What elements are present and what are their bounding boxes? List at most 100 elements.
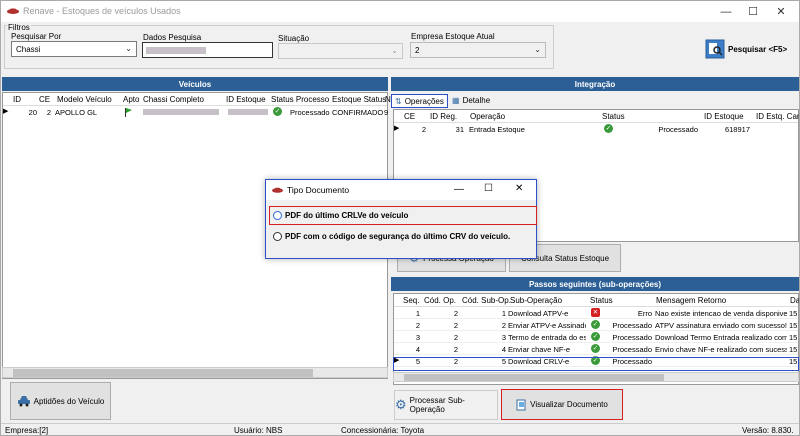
col-id-reg[interactable]: ID Reg. xyxy=(428,110,459,123)
radio-icon[interactable] xyxy=(273,211,282,220)
cell-status: Processado xyxy=(612,357,652,366)
passos-grid-header: Seq. Cód. Op. Cód. Sub-Op. Sub-Operação … xyxy=(394,294,799,307)
ok-status-icon: ✓ xyxy=(591,344,600,353)
close-button[interactable]: ✕ xyxy=(767,1,795,22)
col-cod-sub-op[interactable]: Cód. Sub-Op. xyxy=(460,294,513,307)
col-status[interactable]: Status xyxy=(588,294,615,307)
window-title: Renave - Estoques de veículos Usados xyxy=(23,6,181,16)
maximize-button[interactable]: ☐ xyxy=(739,1,767,22)
col-modelo[interactable]: Modelo Veículo xyxy=(55,93,114,106)
dialog-close-button[interactable]: ✕ xyxy=(515,183,523,194)
dialog-maximize-button[interactable]: ☐ xyxy=(484,183,493,194)
cell-da: 15 xyxy=(789,345,798,354)
veiculos-grid-header: ID CE Modelo Veículo Apto Chassi Complet… xyxy=(3,93,391,106)
col-ce[interactable]: CE xyxy=(37,93,52,106)
cell-da: 15 xyxy=(789,333,798,342)
scroll-thumb[interactable] xyxy=(404,374,664,381)
processar-sub-operacao-button[interactable]: ⚙ Processar Sub-Operação xyxy=(394,390,498,420)
cell-id-reg: 31 xyxy=(455,125,464,134)
veiculos-header: Veículos xyxy=(2,77,388,91)
dialog-minimize-button[interactable]: — xyxy=(454,184,464,195)
tipo-documento-dialog: Tipo Documento — ☐ ✕ PDF do último CRLVe… xyxy=(265,179,537,259)
cell-cod-op: 2 xyxy=(453,357,458,366)
chevron-down-icon: ⌄ xyxy=(534,45,541,54)
title-bar: Renave - Estoques de veículos Usados — ☐… xyxy=(1,1,799,22)
cell-seq: 2 xyxy=(415,321,420,330)
col-mensagem[interactable]: Mensagem Retorno xyxy=(654,294,728,307)
col-da[interactable]: Da xyxy=(788,294,799,307)
car-icon xyxy=(17,396,30,407)
col-sub-operacao[interactable]: Sub-Operação xyxy=(508,294,564,307)
table-row[interactable]: ▶ 2 31 Entrada Estoque ✓ Processado 6189… xyxy=(394,123,798,135)
col-id[interactable]: ID xyxy=(11,93,23,106)
empresa-select[interactable]: 2 ⌄ xyxy=(410,42,546,58)
dados-pesquisa-label: Dados Pesquisa xyxy=(143,33,202,42)
car-app-icon xyxy=(272,187,283,193)
option-pdf-crv[interactable]: PDF com o código de segurança do último … xyxy=(269,228,537,244)
filters-label: Filtros xyxy=(7,23,31,32)
cell-id-estoque: 618917 xyxy=(724,125,750,134)
veiculos-hscrollbar[interactable] xyxy=(2,367,388,378)
dados-pesquisa-input[interactable] xyxy=(142,42,273,58)
integracao-tabs: ⇅ Operações ▦ Detalhe xyxy=(391,94,799,108)
table-row[interactable]: ▶ 5 2 5 Download CRLV-e ✓ Processado 15 xyxy=(394,355,798,367)
tab-detalhe[interactable]: ▦ Detalhe xyxy=(449,94,493,107)
row-pointer-icon: ▶ xyxy=(394,357,400,364)
pesquisar-button[interactable]: Pesquisar <F5> xyxy=(705,36,797,62)
cell-cod-op: 2 xyxy=(453,321,458,330)
col-apto[interactable]: Apto xyxy=(121,93,141,106)
pesquisar-por-label: Pesquisar Por xyxy=(11,32,62,41)
cell-id: 20 xyxy=(28,108,37,117)
document-icon xyxy=(516,399,526,410)
main-window: Renave - Estoques de veículos Usados — ☐… xyxy=(0,0,800,436)
col-status[interactable]: Status xyxy=(600,110,627,123)
row-pointer-icon: ▶ xyxy=(3,108,9,115)
empresa-label: Empresa Estoque Atual xyxy=(411,32,495,41)
cell-mensagem: Nao existe intencao de venda disponivel xyxy=(655,309,787,318)
cell-status-processo: Processado xyxy=(290,108,330,117)
table-row[interactable]: ▶ 20 2 APOLLO GL ✓ Processado CONFIRMADO… xyxy=(3,106,388,118)
gears-icon: ⚙ xyxy=(395,397,407,412)
cell-status: Processado xyxy=(658,125,698,134)
option-pdf-crlve[interactable]: PDF do último CRLVe do veículo xyxy=(269,206,537,225)
cell-cod-sub: 5 xyxy=(501,357,506,366)
col-seq[interactable]: Seq. xyxy=(401,294,421,307)
aptidoes-button[interactable]: Aptidões do Veículo xyxy=(10,382,111,420)
col-id-estoque[interactable]: ID Estoque xyxy=(224,93,268,106)
status-bar: Empresa:[2] Usuário: NBS Concessionária:… xyxy=(1,423,799,435)
cell-da: 15 xyxy=(789,357,798,366)
col-ce[interactable]: CE xyxy=(402,110,417,123)
visualizar-documento-button[interactable]: Visualizar Documento xyxy=(501,389,623,420)
table-row[interactable]: 2 2 2 Enviar ATPV-e Assinado ✓ Processado ATPV… xyxy=(394,319,798,331)
col-operacao[interactable]: Operação xyxy=(468,110,507,123)
tab-operacoes[interactable]: ⇅ Operações xyxy=(391,94,448,108)
radio-icon[interactable] xyxy=(273,231,282,241)
table-row[interactable]: 1 2 1 Download ATPV-e ✕ Erro Nao existe intenc… xyxy=(394,307,798,319)
col-id-estq-canc[interactable]: ID Estq. Canc xyxy=(754,110,799,123)
col-cod-op[interactable]: Cód. Op. xyxy=(422,294,458,307)
minimize-button[interactable]: — xyxy=(712,1,740,22)
col-chassi[interactable]: Chassi Completo xyxy=(141,93,206,106)
cell-sub-operacao: Enviar ATPV-e Assinado xyxy=(508,321,586,330)
situacao-select[interactable]: ⌄ xyxy=(278,43,403,59)
pesquisar-por-select[interactable]: Chassi ⌄ xyxy=(11,41,137,57)
situacao-label: Situação xyxy=(278,34,310,43)
cell-cod-sub: 3 xyxy=(501,333,506,342)
cell-ce: 2 xyxy=(421,125,426,134)
chevron-down-icon: ⌄ xyxy=(391,46,398,55)
col-id-estoque[interactable]: ID Estoque xyxy=(702,110,746,123)
ok-status-icon: ✓ xyxy=(273,107,282,116)
cell-seq: 4 xyxy=(415,345,420,354)
table-row[interactable]: 3 2 3 Termo de entrada do es ✓ Processado Down… xyxy=(394,331,798,343)
status-versao: Versão: 8.830. xyxy=(742,426,794,435)
table-row[interactable]: 4 2 4 Enviar chave NF-e ✓ Processado Envio cha… xyxy=(394,343,798,355)
cell-seq: 1 xyxy=(415,309,420,318)
col-estoque-status[interactable]: Estoque Status xyxy=(330,93,388,106)
cell-cod-op: 2 xyxy=(453,345,458,354)
scroll-thumb[interactable] xyxy=(13,369,313,377)
passos-hscrollbar[interactable] xyxy=(393,372,799,382)
col-status-processo[interactable]: Status Processo xyxy=(269,93,331,106)
redacted-chassi xyxy=(143,109,219,115)
cell-status: Processado xyxy=(612,345,652,354)
integracao-header: Integração xyxy=(391,77,799,91)
